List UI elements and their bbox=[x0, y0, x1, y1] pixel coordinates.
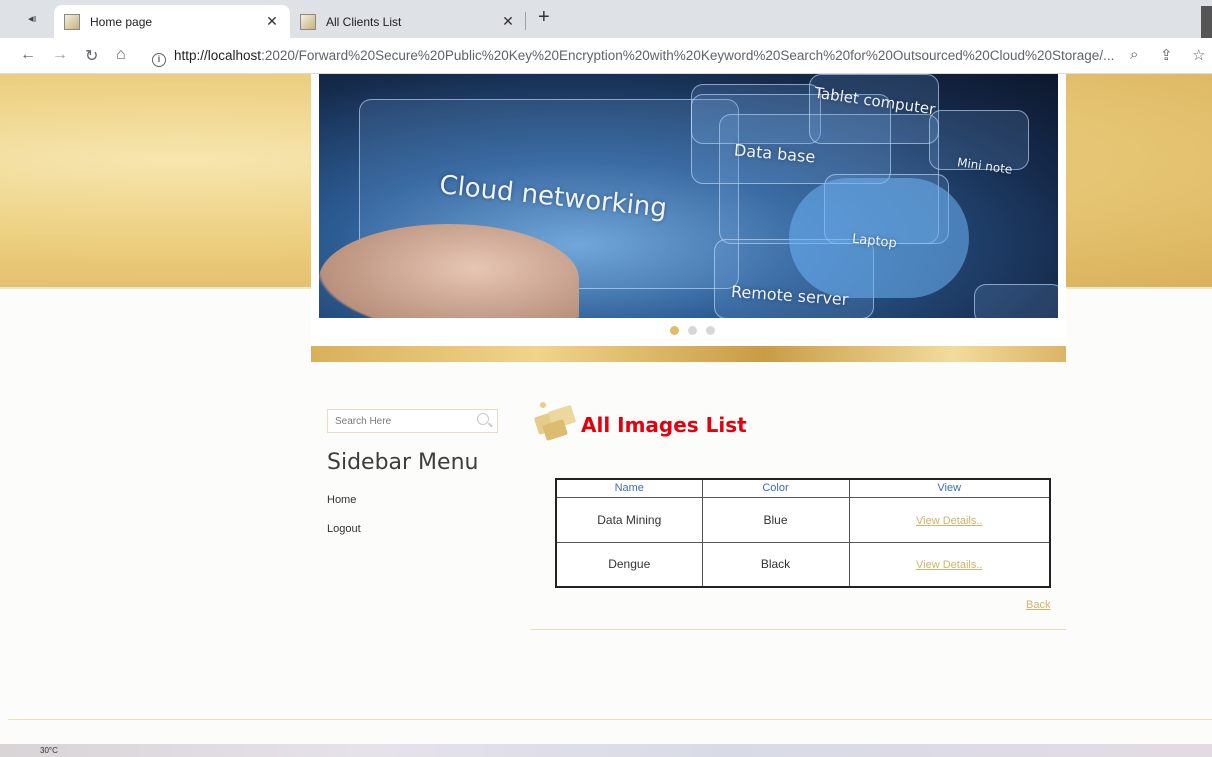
info-icon[interactable]: i bbox=[152, 53, 166, 67]
footer-divider bbox=[8, 719, 1212, 720]
images-stack-icon bbox=[530, 400, 580, 442]
os-taskbar: 30°C bbox=[0, 744, 1212, 757]
url-host: http://localhost bbox=[174, 48, 262, 63]
banner-panel bbox=[974, 284, 1058, 318]
search-icon[interactable] bbox=[477, 413, 489, 425]
close-icon[interactable]: ✕ bbox=[500, 13, 516, 30]
view-details-link[interactable]: View Details.. bbox=[916, 559, 982, 571]
slide-dot[interactable] bbox=[688, 326, 697, 335]
slideshow-dots bbox=[670, 326, 715, 335]
back-link[interactable]: Back bbox=[1026, 599, 1050, 611]
address-bar: ← → ↻ ⌂ i http://localhost:2020/Forward%2… bbox=[0, 38, 1212, 74]
url-field[interactable]: i http://localhost:2020/Forward%20Secure%… bbox=[152, 48, 1122, 67]
arrow-right-icon[interactable]: → bbox=[52, 46, 68, 64]
sidebar-title: Sidebar Menu bbox=[327, 450, 479, 475]
plus-icon[interactable]: + bbox=[538, 6, 550, 29]
tab-separator bbox=[525, 12, 526, 30]
speaker-muted-icon[interactable]: ◂ı bbox=[28, 12, 37, 25]
search-input[interactable] bbox=[328, 410, 468, 432]
cell-view: View Details.. bbox=[848, 541, 1051, 588]
page-title: All Images List bbox=[581, 413, 747, 437]
magnifier-icon[interactable]: ⌕ bbox=[1130, 46, 1138, 63]
sidebar-link-logout[interactable]: Logout bbox=[327, 523, 361, 535]
close-icon[interactable]: ✕ bbox=[264, 13, 280, 30]
slide-dot[interactable] bbox=[670, 326, 679, 335]
header-gold-strip bbox=[311, 346, 1066, 362]
table-header-row: Name Color View bbox=[555, 478, 1051, 498]
favicon-icon bbox=[64, 13, 80, 30]
star-icon[interactable]: ☆ bbox=[1192, 46, 1205, 64]
slide-dot[interactable] bbox=[706, 326, 715, 335]
url-path: :2020/Forward%20Secure%20Public%20Key%20… bbox=[261, 48, 1115, 63]
browser-tab-bar: ◂ı Home page ✕ All Clients List ✕ + bbox=[0, 0, 1212, 176]
reload-icon[interactable]: ↻ bbox=[85, 46, 98, 66]
cell-view: View Details.. bbox=[848, 496, 1051, 543]
column-header-name: Name bbox=[555, 478, 703, 498]
tab-home-page[interactable]: Home page ✕ bbox=[54, 5, 290, 38]
arrow-left-icon[interactable]: ← bbox=[20, 46, 36, 64]
tab-title: All Clients List bbox=[326, 14, 402, 29]
cell-name: Data Mining bbox=[555, 496, 703, 543]
weather-text: 30°C bbox=[40, 746, 58, 755]
table-row: Dengue Black View Details.. bbox=[555, 541, 1051, 588]
cell-color: Blue bbox=[701, 496, 850, 543]
favicon-icon bbox=[300, 13, 316, 30]
search-box bbox=[327, 409, 498, 433]
images-table: Name Color View Data Mining Blue View De… bbox=[555, 478, 1051, 588]
column-header-color: Color bbox=[701, 478, 850, 498]
cell-name: Dengue bbox=[555, 541, 703, 588]
cell-color: Black bbox=[701, 541, 850, 588]
table-row: Data Mining Blue View Details.. bbox=[555, 496, 1051, 543]
tab-all-clients-list[interactable]: All Clients List ✕ bbox=[290, 5, 526, 38]
sidebar-link-home[interactable]: Home bbox=[327, 494, 356, 506]
banner-slideshow: Cloud networking Tablet computer Data ba… bbox=[319, 74, 1058, 318]
view-details-link[interactable]: View Details.. bbox=[916, 515, 982, 527]
share-icon[interactable]: ⇪ bbox=[1160, 46, 1173, 64]
content-divider bbox=[531, 629, 1066, 630]
column-header-view: View bbox=[848, 478, 1051, 498]
tab-title: Home page bbox=[90, 14, 153, 29]
home-icon[interactable]: ⌂ bbox=[116, 46, 126, 64]
